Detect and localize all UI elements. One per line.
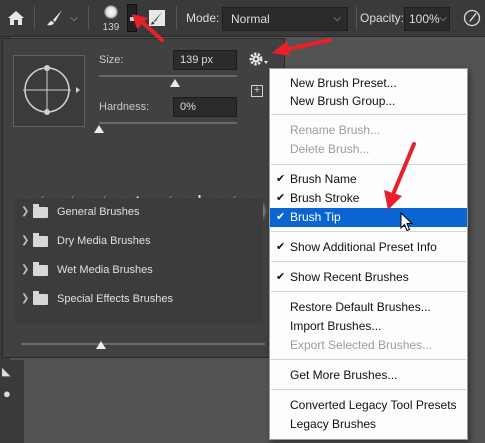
blend-mode-select[interactable]: Normal ⌵	[222, 7, 348, 31]
chevron-down-icon: ⌵	[70, 12, 78, 24]
brush-preview-icon	[104, 5, 118, 19]
options-bar: ⌵ 139 Mode: Normal ⌵ Opacity: 100% ⌵	[0, 0, 485, 37]
brush-group-label: Wet Media Brushes	[57, 264, 153, 276]
opacity-input[interactable]: 100% ⌵	[404, 7, 450, 31]
menu-item-legacy-brushes[interactable]: Legacy Brushes	[270, 415, 467, 434]
menu-divider	[271, 291, 466, 292]
list-item[interactable]: ❯ Special Effects Brushes	[15, 285, 263, 314]
list-item[interactable]: ❯ General Brushes	[15, 198, 263, 227]
menu-item-show-additional-preset-info[interactable]: ✔ Show Additional Preset Info	[270, 238, 467, 257]
brush-angle-roundness-widget[interactable]	[13, 55, 85, 127]
menu-divider	[271, 164, 466, 165]
home-button[interactable]	[4, 6, 28, 30]
pen-pressure-icon	[463, 9, 481, 27]
brush-groups-list: ❯ General Brushes ❯ Dry Media Brushes ❯ …	[15, 198, 263, 324]
plus-icon: +	[253, 84, 261, 96]
annotation-arrow-icon	[272, 38, 332, 56]
hardness-slider-track[interactable]	[99, 122, 237, 124]
new-brush-group-button[interactable]: +	[251, 85, 263, 97]
menu-item-new-brush-group[interactable]: New Brush Group...	[270, 92, 467, 111]
opacity-value: 100%	[409, 12, 440, 26]
chevron-right-icon: ❯	[21, 264, 30, 275]
menu-item-show-recent-brushes[interactable]: ✔ Show Recent Brushes	[270, 268, 467, 287]
hardness-slider-thumb[interactable]	[94, 125, 104, 133]
brush-preset-panel: Size: 139 px Hardness: 0% + ❯ General Br…	[2, 38, 285, 358]
menu-item-delete-brush[interactable]: Delete Brush...	[270, 140, 467, 159]
folder-icon	[33, 291, 48, 305]
check-icon: ✔	[276, 192, 286, 204]
folder-icon	[33, 233, 48, 247]
menu-item-new-brush-preset[interactable]: New Brush Preset...	[270, 74, 467, 93]
brush-group-label: Special Effects Brushes	[57, 293, 173, 305]
annotation-arrow-icon	[384, 142, 416, 210]
check-icon: ✔	[276, 211, 286, 223]
menu-item-restore-default-brushes[interactable]: Restore Default Brushes...	[270, 298, 467, 317]
brush-group-label: Dry Media Brushes	[57, 235, 151, 247]
size-label: Size:	[99, 54, 124, 66]
preview-size-slider-track[interactable]	[21, 343, 265, 345]
check-icon: ✔	[276, 271, 286, 283]
folder-icon	[33, 262, 48, 276]
menu-item-brush-name[interactable]: ✔ Brush Name	[270, 170, 467, 189]
check-icon: ✔	[276, 173, 286, 185]
blur-drop-icon[interactable]: ●	[3, 386, 15, 401]
menu-item-brush-tip[interactable]: ✔ Brush Tip	[270, 208, 467, 227]
chevron-down-icon: ⌵	[439, 13, 447, 24]
check-icon: ✔	[276, 241, 286, 253]
chevron-right-icon: ❯	[21, 206, 30, 217]
hardness-input[interactable]: 0%	[173, 97, 237, 117]
menu-divider	[271, 261, 466, 262]
brush-group-label: General Brushes	[57, 206, 140, 218]
brush-size-badge: 139	[102, 22, 120, 33]
menu-divider	[271, 231, 466, 232]
list-item[interactable]: ❯ Wet Media Brushes	[15, 256, 263, 285]
tool-preset-picker[interactable]: ⌵	[42, 6, 82, 30]
preview-size-slider-thumb[interactable]	[96, 341, 106, 349]
brush-tool-icon	[47, 10, 63, 26]
toolbar-lower: ◣ ●	[0, 360, 24, 443]
folder-icon	[33, 204, 48, 218]
chevron-right-icon: ❯	[21, 293, 30, 304]
menu-divider	[271, 389, 466, 390]
panel-context-menu: New Brush Preset... New Brush Group... R…	[269, 68, 468, 440]
home-icon	[8, 11, 24, 25]
size-slider-track[interactable]	[99, 75, 237, 77]
menu-divider	[271, 114, 466, 115]
mode-label: Mode:	[186, 11, 220, 25]
size-input[interactable]: 139 px	[173, 50, 237, 70]
chevron-down-icon: ⌵	[333, 13, 341, 24]
size-slider-thumb[interactable]	[170, 79, 180, 87]
brush-preset-picker[interactable]: 139	[98, 2, 124, 34]
panel-settings-button[interactable]	[247, 48, 271, 70]
menu-item-import-brushes[interactable]: Import Brushes...	[270, 317, 467, 336]
mouse-cursor-icon	[400, 212, 414, 232]
menu-item-rename-brush[interactable]: Rename Brush...	[270, 121, 467, 140]
menu-item-export-selected-brushes[interactable]: Export Selected Brushes...	[270, 336, 467, 355]
annotation-arrow-icon	[132, 14, 164, 42]
list-item[interactable]: ❯ Dry Media Brushes	[15, 227, 263, 256]
hardness-label: Hardness:	[99, 101, 150, 113]
paint-bucket-icon[interactable]: ◣	[2, 365, 14, 378]
opacity-label: Opacity:	[360, 11, 405, 25]
pressure-opacity-button[interactable]	[462, 8, 482, 28]
chevron-right-icon: ❯	[21, 235, 30, 246]
blend-mode-value: Normal	[231, 12, 270, 26]
menu-item-get-more-brushes[interactable]: Get More Brushes...	[270, 366, 467, 385]
menu-item-brush-stroke[interactable]: ✔ Brush Stroke	[270, 189, 467, 208]
menu-item-converted-legacy-tool-presets[interactable]: Converted Legacy Tool Presets	[270, 396, 467, 415]
gear-icon	[249, 52, 268, 66]
menu-divider	[271, 359, 466, 360]
